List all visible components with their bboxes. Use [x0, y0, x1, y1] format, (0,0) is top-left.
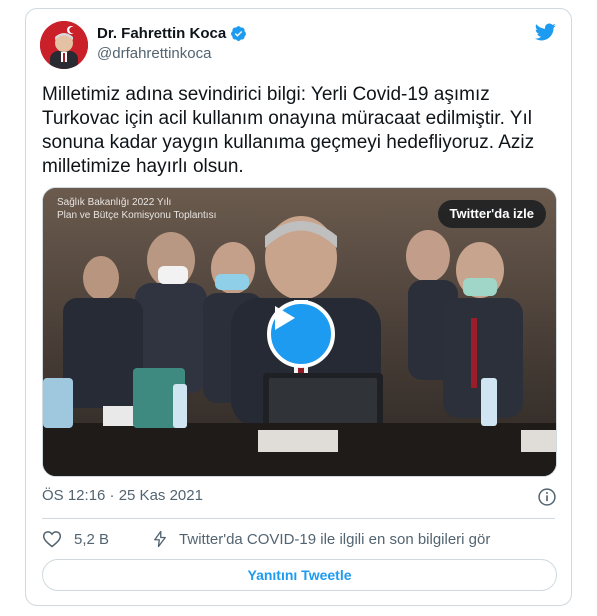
watch-on-twitter-button[interactable]: Twitter'da izle [437, 200, 546, 228]
verified-badge-icon [231, 26, 247, 41]
video-thumbnail[interactable]: Sağlık Bakanlığı 2022 Yılı Plan ve Bütçe… [42, 187, 557, 477]
action-row: 5,2 B Twitter'da COVID-19 ile ilgili en … [42, 527, 490, 551]
like-count: 5,2 B [74, 530, 110, 548]
reply-tweet-button[interactable]: Yanıtını Tweetle [42, 559, 557, 591]
divider [42, 518, 555, 519]
play-icon [275, 306, 295, 330]
video-caption-line2: Plan ve Bütçe Komisyonu Toplantısı [57, 210, 217, 221]
heart-icon [42, 531, 62, 548]
play-button[interactable] [267, 300, 335, 368]
twitter-bird-icon[interactable] [533, 21, 557, 43]
tweet-text: Milletimiz adına sevindirici bilgi: Yerl… [42, 84, 535, 177]
tweet-timestamp[interactable]: ÖS 12:16 · 25 Kas 2021 [42, 487, 203, 504]
info-icon[interactable] [537, 487, 557, 507]
video-caption: Sağlık Bakanlığı 2022 Yılı Plan ve Bütçe… [57, 196, 216, 222]
author-name[interactable]: Dr. Fahrettin Koca [97, 25, 247, 42]
covid-info-label: Twitter'da COVID-19 ile ilgili en son bi… [179, 530, 491, 548]
author-handle[interactable]: @drfahrettinkoca [97, 45, 211, 62]
like-button[interactable]: 5,2 B [42, 529, 109, 549]
tweet-card: Dr. Fahrettin Koca @drfahrettinkoca Mill… [25, 8, 572, 606]
author-avatar[interactable] [40, 21, 88, 69]
covid-info-link[interactable]: Twitter'da COVID-19 ile ilgili en son bi… [151, 529, 490, 549]
video-caption-line1: Sağlık Bakanlığı 2022 Yılı [57, 197, 172, 208]
lightning-icon [154, 530, 166, 548]
